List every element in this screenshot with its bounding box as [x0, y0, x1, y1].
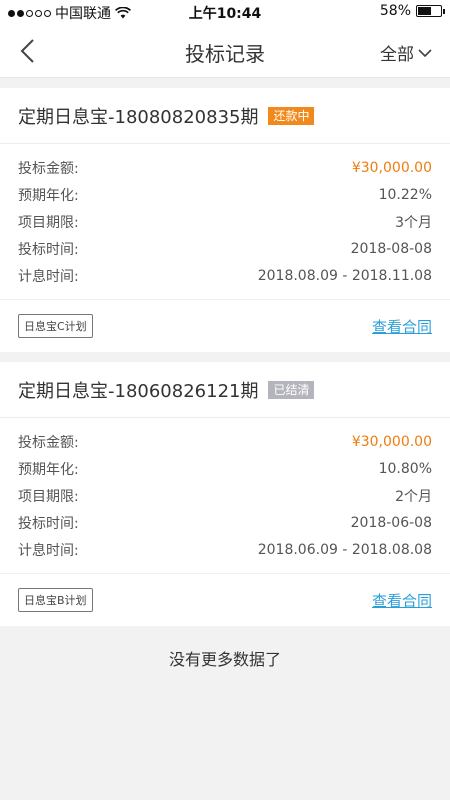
term-label: 项目期限: — [18, 488, 79, 505]
term-label: 项目期限: — [18, 214, 79, 231]
bid-time-label: 投标时间: — [18, 515, 79, 532]
bid-record-card: 定期日息宝-18060826121期 已结清 投标金额: ¥30,000.00 … — [0, 362, 450, 626]
amount-label: 投标金额: — [18, 434, 79, 451]
bid-time-value: 2018-06-08 — [350, 514, 432, 531]
amount-row: 投标金额: ¥30,000.00 — [18, 428, 432, 455]
annual-rate-value: 10.22% — [378, 186, 432, 203]
navigation-bar: 投标记录 全部 — [0, 24, 450, 78]
product-title: 定期日息宝-18080820835期 — [18, 106, 259, 128]
amount-row: 投标金额: ¥30,000.00 — [18, 154, 432, 181]
status-badge: 已结清 — [268, 380, 315, 399]
term-value: 3个月 — [395, 214, 432, 231]
annual-rate-label: 预期年化: — [18, 461, 79, 478]
interest-time-label: 计息时间: — [18, 542, 79, 559]
bid-time-label: 投标时间: — [18, 241, 79, 258]
chevron-down-icon — [418, 48, 432, 57]
term-value: 2个月 — [395, 488, 432, 505]
bid-time-row: 投标时间: 2018-06-08 — [18, 509, 432, 536]
record-details: 投标金额: ¥30,000.00 预期年化: 10.80% 项目期限: 2个月 … — [0, 418, 450, 574]
annual-rate-value: 10.80% — [378, 460, 432, 477]
card-footer: 日息宝C计划 查看合同 — [0, 300, 450, 352]
interest-time-row: 计息时间: 2018.06.09 - 2018.08.08 — [18, 536, 432, 563]
interest-time-value: 2018.08.09 - 2018.11.08 — [257, 267, 432, 284]
interest-time-value: 2018.06.09 - 2018.08.08 — [257, 541, 432, 558]
status-bar: 中国联通 上午10:44 58% — [0, 0, 450, 24]
product-title: 定期日息宝-18060826121期 — [18, 380, 259, 402]
status-right: 58% — [379, 3, 445, 19]
annual-rate-row: 预期年化: 10.22% — [18, 181, 432, 208]
interest-time-label: 计息时间: — [18, 268, 79, 285]
amount-label: 投标金额: — [18, 160, 79, 177]
record-details: 投标金额: ¥30,000.00 预期年化: 10.22% 项目期限: 3个月 … — [0, 144, 450, 300]
filter-dropdown[interactable]: 全部 — [380, 40, 432, 65]
amount-value: ¥30,000.00 — [351, 433, 432, 450]
filter-label: 全部 — [380, 45, 414, 65]
card-footer: 日息宝B计划 查看合同 — [0, 574, 450, 626]
amount-value: ¥30,000.00 — [351, 159, 432, 176]
interest-time-row: 计息时间: 2018.08.09 - 2018.11.08 — [18, 262, 432, 289]
view-contract-link[interactable]: 查看合同 — [372, 590, 432, 611]
battery-percent: 58% — [379, 3, 411, 19]
battery-icon — [416, 5, 445, 17]
term-row: 项目期限: 2个月 — [18, 482, 432, 509]
term-row: 项目期限: 3个月 — [18, 208, 432, 235]
view-contract-link[interactable]: 查看合同 — [372, 316, 432, 337]
bid-time-value: 2018-08-08 — [350, 240, 432, 257]
annual-rate-label: 预期年化: — [18, 187, 79, 204]
plan-tag: 日息宝C计划 — [18, 314, 93, 338]
no-more-data-text: 没有更多数据了 — [168, 650, 281, 669]
card-header: 定期日息宝-18060826121期 已结清 — [0, 362, 450, 418]
card-header: 定期日息宝-18080820835期 还款中 — [0, 88, 450, 144]
status-badge: 还款中 — [268, 106, 315, 125]
annual-rate-row: 预期年化: 10.80% — [18, 455, 432, 482]
bid-time-row: 投标时间: 2018-08-08 — [18, 235, 432, 262]
bid-record-card: 定期日息宝-18080820835期 还款中 投标金额: ¥30,000.00 … — [0, 88, 450, 352]
plan-tag: 日息宝B计划 — [18, 588, 93, 612]
